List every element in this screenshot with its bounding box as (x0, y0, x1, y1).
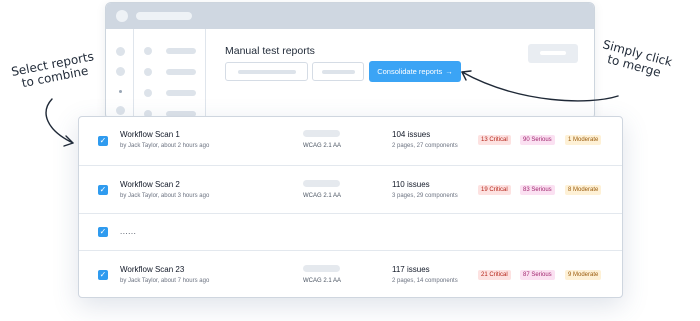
checkbox[interactable]: ✓ (98, 185, 108, 195)
report-row[interactable]: ✓ Workflow Scan 1 by Jack Taylor, about … (79, 117, 622, 165)
arrow-right-curve-icon (461, 71, 619, 102)
status-pill (303, 130, 340, 137)
status-pill (303, 265, 340, 272)
reports-list: ✓ Workflow Scan 1 by Jack Taylor, about … (78, 116, 623, 298)
checkbox[interactable]: ✓ (98, 270, 108, 280)
critical-badge: 13 Critical (478, 135, 511, 145)
serious-badge: 87 Serious (520, 270, 555, 280)
standard-label: WCAG 2.1 AA (303, 193, 342, 199)
checkbox[interactable]: ✓ (98, 227, 108, 237)
report-name[interactable]: Workflow Scan 23 (120, 265, 184, 274)
issue-count: 117 issues (392, 265, 430, 274)
moderate-badge: 1 Moderate (565, 135, 602, 145)
report-name[interactable]: Workflow Scan 2 (120, 180, 180, 189)
report-meta: by Jack Taylor, about 7 hours ago (120, 278, 210, 284)
standard-label: WCAG 2.1 AA (303, 143, 342, 149)
moderate-badge: 8 Moderate (565, 185, 602, 195)
moderate-badge: 9 Moderate (565, 270, 602, 280)
pages-components: 2 pages, 27 components (392, 143, 458, 149)
ellipsis-row: ...... (120, 227, 137, 236)
pages-components: 2 pages, 14 components (392, 278, 458, 284)
issue-count: 104 issues (392, 130, 431, 139)
report-meta: by Jack Taylor, about 2 hours ago (120, 143, 210, 149)
issue-count: 110 issues (392, 180, 430, 189)
arrow-left-curve-icon (45, 98, 74, 144)
report-row[interactable]: ✓ Workflow Scan 2 by Jack Taylor, about … (79, 165, 622, 213)
standard-label: WCAG 2.1 AA (303, 278, 342, 284)
report-row[interactable]: ✓ Workflow Scan 23 by Jack Taylor, about… (79, 250, 622, 299)
report-row[interactable]: ✓ ...... (79, 213, 622, 250)
critical-badge: 19 Critical (478, 185, 511, 195)
serious-badge: 90 Serious (520, 135, 555, 145)
report-name[interactable]: Workflow Scan 1 (120, 130, 180, 139)
pages-components: 3 pages, 29 components (392, 193, 458, 199)
serious-badge: 83 Serious (520, 185, 555, 195)
critical-badge: 21 Critical (478, 270, 511, 280)
report-meta: by Jack Taylor, about 3 hours ago (120, 193, 210, 199)
status-pill (303, 180, 340, 187)
checkbox[interactable]: ✓ (98, 136, 108, 146)
